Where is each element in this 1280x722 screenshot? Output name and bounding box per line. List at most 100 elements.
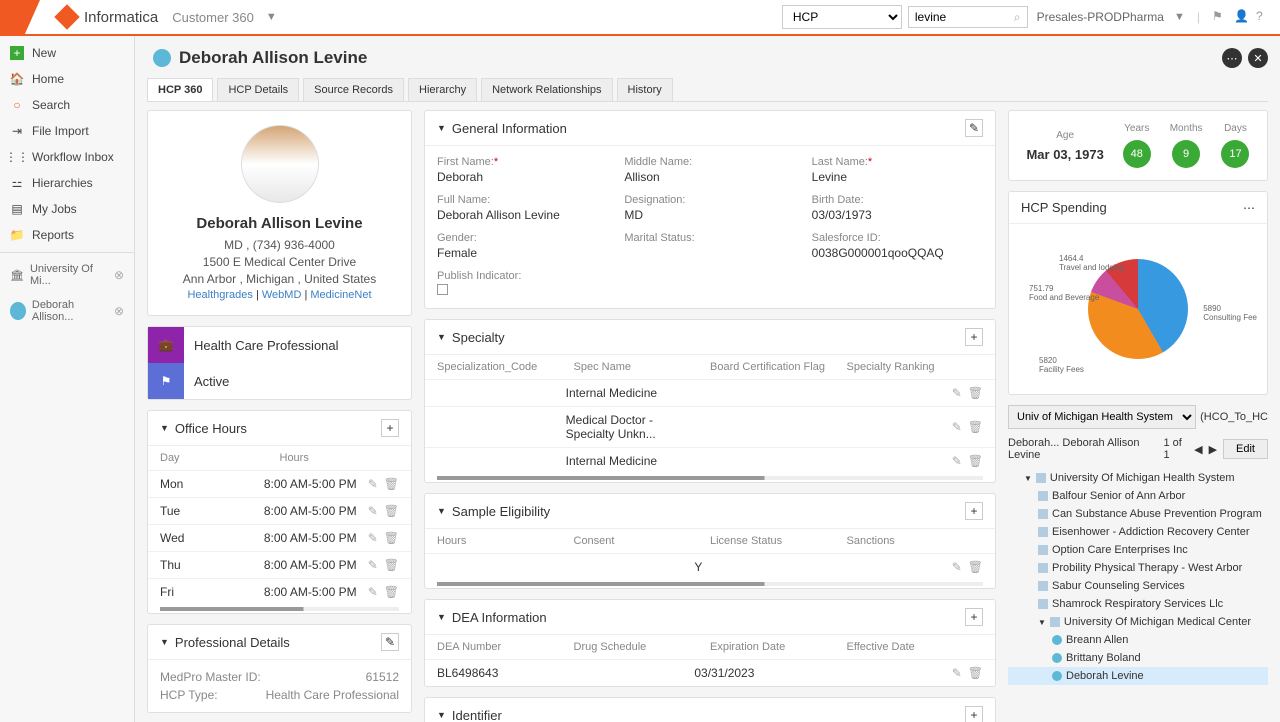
tree-person[interactable]: Deborah Levine (1008, 667, 1268, 685)
tree-root[interactable]: ▼University Of Michigan Health System (1008, 469, 1268, 487)
sidebar-item-new[interactable]: +New (0, 40, 134, 66)
tree-node[interactable]: Balfour Senior of Ann Arbor (1008, 487, 1268, 505)
add-button[interactable]: + (381, 419, 399, 437)
env-label[interactable]: Presales-PRODPharma (1037, 10, 1164, 24)
delete-icon[interactable]: 🗑 (384, 504, 399, 518)
edit-icon[interactable]: ✎ (952, 560, 962, 574)
open-record-1[interactable]: Deborah Allison...⊗ (0, 293, 134, 329)
edit-icon[interactable]: ✎ (368, 504, 378, 518)
tree-node[interactable]: Sabur Counseling Services (1008, 577, 1268, 595)
tabs: HCP 360 HCP Details Source Records Hiera… (147, 78, 1268, 102)
link-medicinenet[interactable]: MedicineNet (310, 289, 371, 301)
edit-button[interactable]: Edit (1223, 439, 1268, 459)
search-type-select[interactable]: HCP (782, 5, 902, 29)
add-button[interactable]: + (965, 706, 983, 722)
delete-icon[interactable]: 🗑 (968, 454, 983, 468)
table-row[interactable]: Mon8:00 AM-5:00 PM✎🗑 (148, 470, 411, 497)
edit-icon[interactable]: ✎ (368, 585, 378, 599)
add-button[interactable]: + (965, 502, 983, 520)
sidebar-item-search[interactable]: ○Search (0, 92, 134, 118)
specialty-card: ▼Specialty+ Specialization_CodeSpec Name… (424, 319, 996, 483)
edit-icon[interactable]: ✎ (952, 420, 962, 434)
edit-icon[interactable]: ✎ (965, 119, 983, 137)
tab-hcp-360[interactable]: HCP 360 (147, 78, 213, 101)
delete-icon[interactable]: 🗑 (968, 666, 983, 680)
table-row[interactable]: Internal Medicine✎🗑 (425, 379, 995, 406)
user-icon[interactable]: 👤 (1234, 9, 1250, 25)
edit-icon[interactable]: ✎ (368, 558, 378, 572)
tree-node[interactable]: Shamrock Respiratory Services Llc (1008, 595, 1268, 613)
open-record-0[interactable]: 🏛University Of Mi...⊗ (0, 257, 134, 293)
delete-icon[interactable]: 🗑 (384, 585, 399, 599)
more-icon[interactable]: ⋯ (1243, 201, 1255, 215)
tree-person[interactable]: Brittany Boland (1008, 649, 1268, 667)
table-row[interactable]: Medical Doctor - Specialty Unkn...✎🗑 (425, 406, 995, 447)
sidebar-item-home[interactable]: 🏠Home (0, 66, 134, 92)
tab-hcp-details[interactable]: HCP Details (217, 78, 299, 101)
table-row[interactable]: Y✎🗑 (425, 553, 995, 580)
tree-node[interactable]: Probility Physical Therapy - West Arbor (1008, 559, 1268, 577)
delete-icon[interactable]: 🗑 (968, 560, 983, 574)
table-row[interactable]: Wed8:00 AM-5:00 PM✎🗑 (148, 524, 411, 551)
add-button[interactable]: + (965, 328, 983, 346)
sidebar-item-hierarchies[interactable]: ⚍Hierarchies (0, 170, 134, 196)
delete-icon[interactable]: 🗑 (968, 386, 983, 400)
tab-network-relationships[interactable]: Network Relationships (481, 78, 612, 101)
profile-name: Deborah Allison Levine (162, 215, 397, 232)
delete-icon[interactable]: 🗑 (384, 558, 399, 572)
table-row[interactable]: Internal Medicine✎🗑 (425, 447, 995, 474)
tab-source-records[interactable]: Source Records (303, 78, 404, 101)
table-row[interactable]: Tue8:00 AM-5:00 PM✎🗑 (148, 497, 411, 524)
link-webmd[interactable]: WebMD (262, 289, 302, 301)
publish-checkbox[interactable] (437, 284, 448, 295)
edit-icon[interactable]: ✎ (368, 531, 378, 545)
edit-icon[interactable]: ✎ (952, 386, 962, 400)
sidebar-item-file-import[interactable]: ⇥File Import (0, 118, 134, 144)
table-row[interactable]: Thu8:00 AM-5:00 PM✎🗑 (148, 551, 411, 578)
edit-icon[interactable]: ✎ (381, 633, 399, 651)
chevron-down-icon[interactable]: ▼ (1174, 11, 1185, 23)
tree-person[interactable]: Breann Allen (1008, 631, 1268, 649)
sample-eligibility-card: ▼Sample Eligibility+ HoursConsentLicense… (424, 493, 996, 589)
link-healthgrades[interactable]: Healthgrades (187, 289, 252, 301)
table-row[interactable]: BL649864303/31/2023✎🗑 (425, 659, 995, 686)
search-input[interactable] (908, 6, 1028, 28)
chevron-down-icon[interactable]: ▼ (266, 11, 277, 23)
close-icon[interactable]: ⊗ (114, 304, 124, 318)
edit-icon[interactable]: ✎ (952, 454, 962, 468)
search-icon[interactable]: ⌕ (1014, 10, 1021, 25)
prev-icon[interactable]: ◀ (1194, 443, 1202, 456)
tree-node[interactable]: Eisenhower - Addiction Recovery Center (1008, 523, 1268, 541)
edit-icon[interactable]: ✎ (952, 666, 962, 680)
delete-icon[interactable]: 🗑 (384, 477, 399, 491)
tab-hierarchy[interactable]: Hierarchy (408, 78, 477, 101)
scrollbar[interactable] (160, 607, 399, 611)
sidebar-item-my-jobs[interactable]: ▤My Jobs (0, 196, 134, 222)
tree-node[interactable]: Option Care Enterprises Inc (1008, 541, 1268, 559)
sidebar-item-reports[interactable]: 📁Reports (0, 222, 134, 248)
scrollbar[interactable] (437, 582, 983, 586)
brand[interactable]: Informatica Customer 360 ▼ (58, 8, 277, 26)
tree-node[interactable]: Can Substance Abuse Prevention Program (1008, 505, 1268, 523)
add-button[interactable]: + (965, 608, 983, 626)
professional-details-card: ▼Professional Details✎ MedPro Master ID:… (147, 624, 412, 713)
hierarchy-select[interactable]: Univ of Michigan Health System (1008, 405, 1196, 429)
next-icon[interactable]: ▶ (1209, 443, 1217, 456)
delete-icon[interactable]: 🗑 (968, 420, 983, 434)
close-icon[interactable]: ⊗ (114, 268, 124, 282)
delete-icon[interactable]: 🗑 (384, 531, 399, 545)
reports-icon: 📁 (10, 228, 24, 242)
table-row[interactable]: Fri8:00 AM-5:00 PM✎🗑 (148, 578, 411, 605)
top-bar: Informatica Customer 360 ▼ HCP ⌕ Presale… (0, 0, 1280, 36)
badge-active: ⚑Active (148, 363, 411, 399)
close-button[interactable]: ✕ (1248, 48, 1268, 68)
help-icon[interactable]: ? (1256, 9, 1272, 25)
edit-icon[interactable]: ✎ (368, 477, 378, 491)
more-actions-button[interactable]: ⋯ (1222, 48, 1242, 68)
flag-icon[interactable]: ⚑ (1212, 9, 1228, 25)
tab-history[interactable]: History (617, 78, 673, 101)
sidebar-item-workflow-inbox[interactable]: ⋮⋮Workflow Inbox (0, 144, 134, 170)
scrollbar[interactable] (437, 476, 983, 480)
profile-address1: 1500 E Medical Center Drive (162, 255, 397, 269)
tree-node[interactable]: ▼University Of Michigan Medical Center (1008, 613, 1268, 631)
